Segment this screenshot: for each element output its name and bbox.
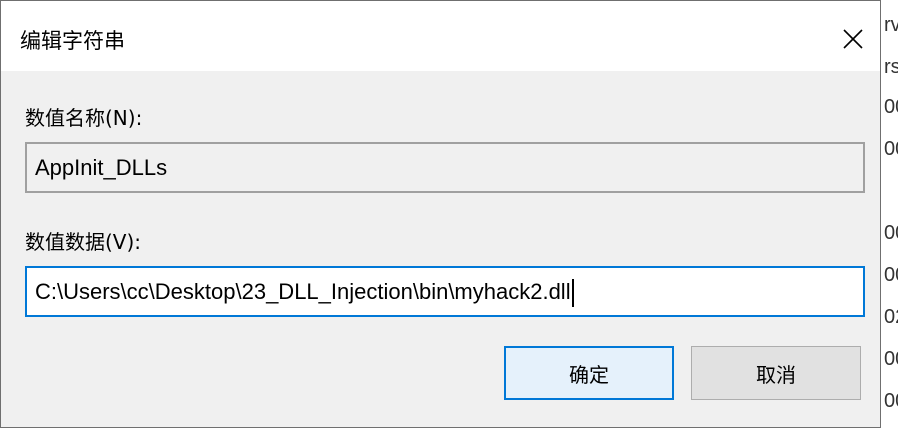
background-cell: 02 (884, 306, 898, 328)
background-cell: 00 (884, 96, 898, 118)
background-cell: 00 (884, 390, 898, 412)
value-data-label: 数值数据(V): (25, 230, 142, 254)
background-cell: 00 (884, 138, 898, 160)
background-cell: rs (884, 56, 898, 78)
dialog-title: 编辑字符串 (20, 29, 125, 53)
close-button[interactable] (825, 13, 881, 65)
close-icon (843, 29, 863, 49)
edit-string-dialog: 编辑字符串 数值名称(N): AppInit_DLLs 数值数据(V): C:\… (0, 0, 881, 428)
ok-button[interactable]: 确定 (504, 346, 674, 400)
background-value-column: rv rs 00 00 00 00 02 00 00 (881, 0, 898, 430)
value-name-text: AppInit_DLLs (35, 155, 168, 180)
background-cell: 00 (884, 222, 898, 244)
value-data-input[interactable]: C:\Users\cc\Desktop\23_DLL_Injection\bin… (25, 266, 865, 317)
text-caret (571, 279, 574, 308)
dialog-titlebar[interactable]: 编辑字符串 (1, 1, 880, 71)
background-cell: rv (884, 14, 898, 36)
background-cell: 00 (884, 264, 898, 286)
value-name-label: 数值名称(N): (25, 106, 143, 130)
background-cell: 00 (884, 348, 898, 370)
value-data-text: C:\Users\cc\Desktop\23_DLL_Injection\bin… (35, 279, 571, 304)
value-name-field: AppInit_DLLs (25, 142, 865, 193)
cancel-button[interactable]: 取消 (691, 346, 861, 400)
